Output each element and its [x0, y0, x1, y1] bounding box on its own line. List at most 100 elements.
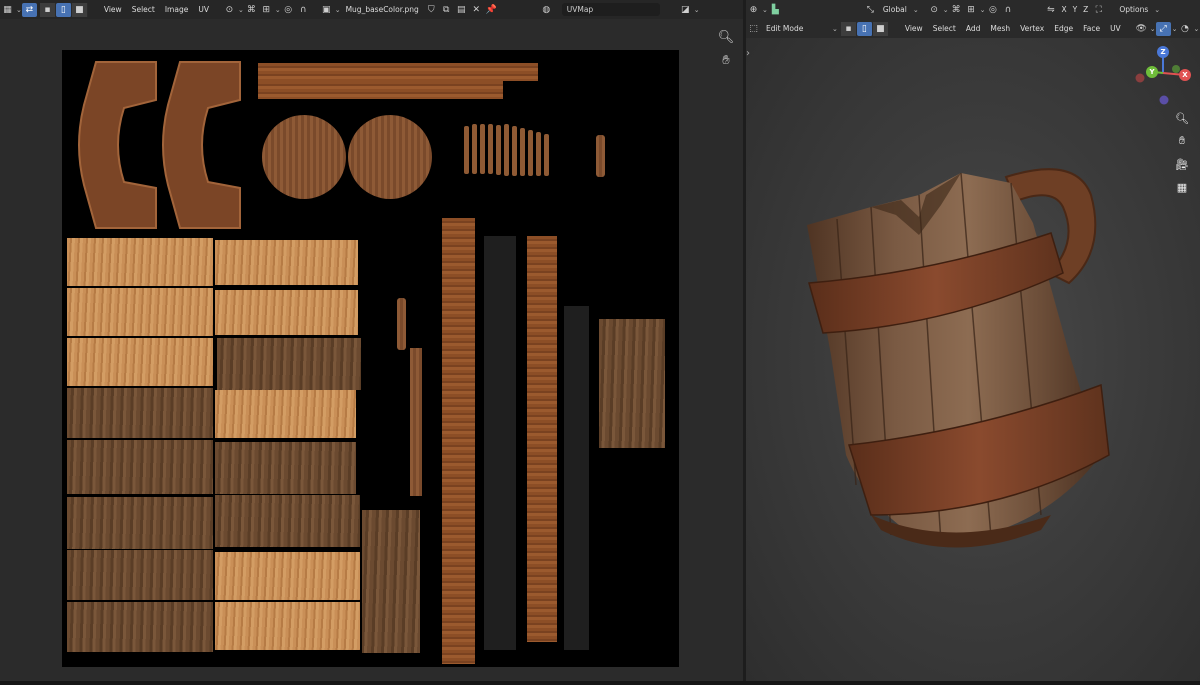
uv-island-stave	[67, 288, 213, 336]
mirror-x-toggle[interactable]: X	[1058, 5, 1069, 14]
vp-menu-edge[interactable]: Edge	[1049, 24, 1078, 33]
options-menu[interactable]: Options	[1114, 5, 1153, 14]
uv-island-band-top	[258, 63, 538, 81]
zoom-icon[interactable]: 🔍︎	[1174, 110, 1190, 126]
uv-island-tiny-strip	[596, 135, 605, 177]
uv-menu-view[interactable]: View	[99, 5, 127, 14]
editor-type-icon[interactable]: ▦	[0, 3, 15, 17]
camera-view-icon[interactable]: 🎥︎	[1174, 156, 1190, 172]
mirror-y-toggle[interactable]: Y	[1070, 5, 1081, 14]
transform-orientation-icon[interactable]: ⤡	[863, 3, 878, 17]
uv-island-thin-strip	[410, 348, 422, 496]
new-image-icon[interactable]: ▤	[454, 3, 469, 17]
face-select-icon[interactable]: ■	[71, 2, 88, 17]
uv-island-band-top-2	[258, 81, 503, 99]
uv-island-square-block	[599, 319, 665, 448]
uv-island-stave	[67, 602, 213, 652]
uv-island-stave	[217, 338, 361, 390]
pin-icon[interactable]: 📌	[484, 3, 499, 17]
uv-select-mode: ▪ ▯ ■	[39, 2, 88, 17]
uv-island-bottom-disc-2	[348, 115, 432, 199]
vp-menu-add[interactable]: Add	[961, 24, 986, 33]
edge-select-icon[interactable]: ▯	[856, 21, 873, 36]
uv-texture-canvas[interactable]	[62, 50, 679, 667]
vp-menu-uv[interactable]: UV	[1105, 24, 1126, 33]
orientation-field[interactable]: Global	[878, 5, 912, 14]
vp-menu-vertex[interactable]: Vertex	[1015, 24, 1049, 33]
image-browse-icon[interactable]: ▣	[319, 3, 334, 17]
vertex-select-icon[interactable]: ▪	[840, 21, 857, 36]
mirror-icon[interactable]: ⇋	[1043, 3, 1058, 17]
viewport-header-top: ⊕ ⌄ ▙ ⤡ Global ⌄ ⊙ ⌄ ⌘ ⊞ ⌄ ◎ ∩ ⇋ X Y Z ⛶ Opt…	[746, 0, 1200, 19]
wooden-mug-model	[807, 168, 1110, 548]
uv-editor: ▦ ⌄ ⇄ ▪ ▯ ■ View Select Image UV ⊙ ⌄ ⌘ ⊞ ⌄ …	[0, 0, 743, 681]
status-bar	[0, 681, 1200, 685]
uv-island-stave	[215, 442, 356, 494]
uv-sync-selection-icon[interactable]: ⇄	[21, 2, 37, 17]
vp-menu-face[interactable]: Face	[1078, 24, 1105, 33]
gizmo-y-label: Y	[1149, 68, 1155, 76]
duplicate-image-icon[interactable]: ⧉	[439, 3, 454, 17]
uv-island-stave	[215, 495, 360, 547]
face-select-icon[interactable]: ■	[872, 21, 889, 36]
mode-icon: ⬚	[749, 23, 758, 34]
uv-island-stave	[215, 390, 356, 438]
vp-menu-select[interactable]: Select	[928, 24, 961, 33]
proportional-edit-icon[interactable]: ◎	[985, 3, 1000, 17]
image-name-field[interactable]: Mug_baseColor.png	[341, 5, 424, 14]
pan-hand-icon[interactable]: ✋︎	[1174, 133, 1190, 149]
edge-select-icon[interactable]: ▯	[55, 2, 72, 17]
uv-menu-select[interactable]: Select	[127, 5, 160, 14]
editor-type-icon[interactable]: ⊕	[746, 3, 761, 17]
toolbar-expand-icon[interactable]: ›	[746, 48, 750, 59]
mode-selector[interactable]: Edit Mode	[761, 24, 831, 33]
gizmo-x-label: X	[1182, 71, 1188, 79]
vp-menu-view[interactable]: View	[900, 24, 928, 33]
uvmap-field[interactable]: UVMap	[561, 3, 660, 16]
visibility-icon[interactable]: 👁︎	[1134, 22, 1149, 36]
mirror-z-toggle[interactable]: Z	[1080, 5, 1091, 14]
falloff-icon[interactable]: ∩	[296, 3, 311, 17]
display-channels-icon[interactable]: ◪	[678, 3, 693, 17]
3d-viewport[interactable]: ⊕ ⌄ ▙ ⤡ Global ⌄ ⊙ ⌄ ⌘ ⊞ ⌄ ◎ ∩ ⇋ X Y Z ⛶ Opt…	[746, 0, 1200, 681]
overlays-icon[interactable]: ◔	[1177, 22, 1192, 36]
zoom-icon[interactable]: 🔍︎	[716, 27, 736, 47]
uv-island-dark-strip-2	[564, 306, 589, 650]
uv-island-notched-block	[362, 510, 420, 653]
viewport-header-bottom: ⬚ Edit Mode ⌄ ▪ ▯ ■ View Select Add Mesh …	[746, 19, 1200, 38]
scene-statistics-icon[interactable]: ▙	[768, 3, 783, 17]
vertex-select-icon[interactable]: ▪	[39, 2, 56, 17]
uv-island-stave	[215, 552, 360, 600]
auto-merge-icon[interactable]: ⛶	[1091, 3, 1106, 17]
uv-island-dark-strip-1	[484, 236, 516, 650]
falloff-icon[interactable]: ∩	[1000, 3, 1015, 17]
uv-island-stave	[215, 290, 358, 335]
uv-island-stave	[67, 388, 213, 438]
uv-menu-uv[interactable]: UV	[193, 5, 214, 14]
pivot-point-icon[interactable]: ⊙	[222, 3, 237, 17]
uvmap-icon: ◍	[542, 4, 551, 15]
uv-island-tall-strip-1	[442, 218, 475, 664]
vp-menu-mesh[interactable]: Mesh	[985, 24, 1015, 33]
snap-target-icon[interactable]: ⊞	[964, 3, 979, 17]
gizmo-toggle-icon[interactable]: ⤢	[1155, 21, 1171, 36]
navigation-gizmo[interactable]	[1132, 42, 1200, 112]
fake-user-icon[interactable]: ⛉	[424, 3, 439, 17]
uv-island-stave	[215, 240, 358, 285]
uv-island-stave	[67, 550, 213, 600]
uv-island-stave	[67, 440, 213, 494]
snap-icon[interactable]: ⌘	[244, 3, 259, 17]
uv-menu-image[interactable]: Image	[160, 5, 194, 14]
proportional-edit-icon[interactable]: ◎	[281, 3, 296, 17]
uv-island-small-strips	[464, 124, 549, 176]
perspective-grid-icon[interactable]: ▦	[1174, 179, 1190, 195]
unlink-image-icon[interactable]: ✕	[469, 3, 484, 17]
uv-editor-header: ▦ ⌄ ⇄ ▪ ▯ ■ View Select Image UV ⊙ ⌄ ⌘ ⊞ ⌄ …	[0, 0, 743, 19]
pan-hand-icon[interactable]: ✋︎	[716, 50, 736, 70]
snap-target-icon[interactable]: ⊞	[259, 3, 274, 17]
uv-island-stave	[67, 338, 213, 386]
uv-island-stave	[67, 238, 213, 286]
pivot-point-icon[interactable]: ⊙	[927, 3, 942, 17]
snap-icon[interactable]: ⌘	[949, 3, 964, 17]
uv-island-stave	[67, 497, 213, 549]
